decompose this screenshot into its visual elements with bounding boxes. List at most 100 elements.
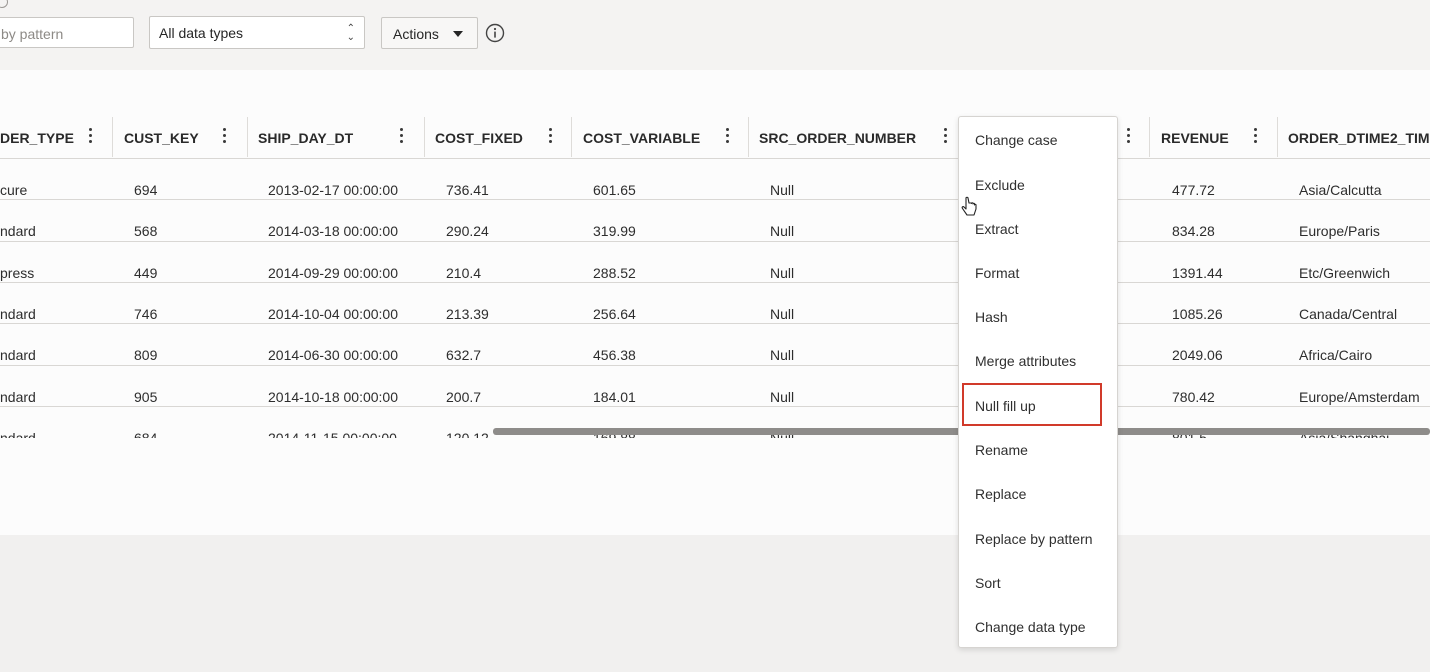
table-row[interactable]: cure 694 2013-02-17 00:00:00 736.41 601.65 Nu… — [0, 158, 1430, 199]
menu-item-change-data-type[interactable]: Change data type — [975, 619, 1086, 635]
toolbar: by pattern All data types ⌃ ⌄ Actions — [0, 0, 1430, 70]
cell-cost-variable: 256.64 — [593, 305, 636, 322]
cell-order-dtime2: Europe/Amsterdam — [1299, 388, 1420, 405]
cell-ship-day-dt: 2014-11-15 00:00:00 — [268, 429, 397, 438]
lower-panel — [0, 535, 1430, 672]
select-arrows-icon: ⌃ ⌄ — [346, 23, 355, 43]
cell-cust-key: 568 — [134, 223, 158, 240]
data-table: cure 694 2013-02-17 00:00:00 736.41 601.65 Nu… — [0, 158, 1430, 438]
cell-order-type: ndard — [0, 347, 36, 364]
cell-order-type: ndard — [0, 429, 36, 438]
cell-cust-key: 449 — [134, 264, 158, 281]
cell-cost-fixed: 290.24 — [446, 223, 489, 240]
table-row[interactable]: ndard 746 2014-10-04 00:00:00 213.39 256.64 N… — [0, 281, 1430, 323]
cell-cost-variable: 601.65 — [593, 182, 636, 198]
column-label: CUST_KEY — [124, 130, 199, 146]
column-menu-icon[interactable] — [222, 128, 226, 148]
cell-order-type: ndard — [0, 223, 36, 240]
table-row[interactable]: ndard 905 2014-10-18 00:00:00 200.7 184.01 Nu… — [0, 364, 1430, 406]
cell-src-order-number: Null — [770, 223, 795, 240]
cell-revenue: 1085.26 — [1172, 305, 1223, 322]
cell-revenue: 834.28 — [1172, 223, 1215, 240]
column-label: COST_VARIABLE — [583, 130, 701, 146]
column-header-ship-day-dt[interactable]: SHIP_DAY_DT — [248, 117, 424, 158]
menu-item-exclude[interactable]: Exclude — [975, 177, 1025, 193]
cell-cust-key: 746 — [134, 305, 158, 322]
column-menu-icon[interactable] — [1253, 128, 1257, 148]
row-divider — [0, 405, 1430, 407]
column-label: REVENUE — [1161, 130, 1229, 146]
cell-cost-fixed: 200.7 — [446, 388, 482, 405]
cell-order-dtime2: Europe/Paris — [1299, 223, 1380, 240]
cell-cost-fixed: 632.7 — [446, 347, 482, 364]
column-menu-icon[interactable] — [548, 128, 552, 148]
actions-button[interactable]: Actions — [381, 17, 478, 49]
table-row[interactable]: press 449 2014-09-29 00:00:00 210.4 288.52 Nu… — [0, 240, 1430, 282]
cell-cust-key: 694 — [134, 182, 158, 198]
cell-order-type: ndard — [0, 388, 36, 405]
column-label: COST_FIXED — [435, 130, 523, 146]
column-menu-icon[interactable] — [88, 128, 92, 148]
column-context-menu: Change case Exclude Extract Format Hash Merge… — [958, 116, 1118, 648]
info-icon[interactable] — [485, 23, 505, 43]
column-menu-icon[interactable] — [943, 128, 947, 148]
cell-src-order-number: Null — [770, 264, 795, 281]
cell-src-order-number: Null — [770, 182, 795, 198]
column-header-hidden[interactable] — [1118, 117, 1148, 158]
column-header-src-order-number[interactable]: SRC_ORDER_NUMBER — [749, 117, 957, 158]
menu-item-replace-by-pattern[interactable]: Replace by pattern — [975, 531, 1093, 547]
cell-order-dtime2: Canada/Central — [1299, 305, 1398, 322]
menu-item-null-fill-up[interactable]: Null fill up — [975, 398, 1036, 414]
menu-item-sort[interactable]: Sort — [975, 575, 1001, 591]
actions-label: Actions — [393, 26, 439, 42]
column-label: DER_TYPE — [0, 130, 74, 146]
column-label: SHIP_DAY_DT — [258, 130, 354, 146]
cell-cost-variable: 319.99 — [593, 223, 636, 240]
cell-cust-key: 809 — [134, 347, 158, 364]
cell-cost-variable: 184.01 — [593, 388, 636, 405]
row-divider — [0, 240, 1430, 242]
cell-revenue: 477.72 — [1172, 182, 1215, 198]
table-row[interactable]: ndard 809 2014-06-30 00:00:00 632.7 456.38 Nu… — [0, 323, 1430, 364]
cell-ship-day-dt: 2014-10-18 00:00:00 — [268, 388, 398, 405]
column-header-cust-key[interactable]: CUST_KEY — [113, 117, 247, 158]
cell-cost-variable: 288.52 — [593, 264, 636, 281]
cell-cost-variable: 456.38 — [593, 347, 636, 364]
column-header-revenue[interactable]: REVENUE — [1150, 117, 1277, 158]
column-label: SRC_ORDER_NUMBER — [759, 130, 917, 146]
data-type-select[interactable]: All data types ⌃ ⌄ — [149, 16, 365, 49]
cell-src-order-number: Null — [770, 305, 795, 322]
row-divider — [0, 199, 1430, 201]
cell-ship-day-dt: 2014-03-18 00:00:00 — [268, 223, 398, 240]
cell-cust-key: 684 — [134, 429, 158, 438]
filter-by-pattern-input[interactable]: by pattern — [0, 17, 134, 48]
column-header-order-dtime2[interactable]: ORDER_DTIME2_TIM — [1278, 117, 1430, 158]
menu-item-replace[interactable]: Replace — [975, 486, 1026, 502]
menu-item-hash[interactable]: Hash — [975, 309, 1008, 325]
cell-cost-fixed: 213.39 — [446, 305, 489, 322]
menu-item-extract[interactable]: Extract — [975, 221, 1019, 237]
column-menu-icon[interactable] — [399, 128, 403, 148]
cell-order-dtime2: Asia/Calcutta — [1299, 182, 1382, 198]
column-menu-icon[interactable] — [725, 128, 729, 148]
cell-cust-key: 905 — [134, 388, 158, 405]
column-header-cost-variable[interactable]: COST_VARIABLE — [572, 117, 748, 158]
column-header-order-type[interactable]: DER_TYPE — [0, 117, 112, 158]
row-divider — [0, 158, 1430, 159]
cell-cost-fixed: 120.12 — [446, 429, 489, 438]
column-menu-icon[interactable] — [1126, 128, 1130, 148]
row-divider — [0, 323, 1430, 325]
menu-item-merge-attributes[interactable]: Merge attributes — [975, 353, 1076, 369]
menu-item-change-case[interactable]: Change case — [975, 132, 1058, 148]
menu-item-format[interactable]: Format — [975, 265, 1019, 281]
filter-placeholder: by pattern — [1, 26, 64, 42]
cell-src-order-number: Null — [770, 347, 795, 364]
cell-cost-fixed: 210.4 — [446, 264, 482, 281]
cell-ship-day-dt: 2014-10-04 00:00:00 — [268, 305, 398, 322]
column-label: ORDER_DTIME2_TIM — [1288, 130, 1430, 146]
caret-down-icon — [453, 31, 463, 37]
data-type-value: All data types — [159, 25, 244, 41]
column-header-cost-fixed[interactable]: COST_FIXED — [425, 117, 571, 158]
menu-item-rename[interactable]: Rename — [975, 442, 1028, 458]
table-row[interactable]: ndard 568 2014-03-18 00:00:00 290.24 319.99 N… — [0, 199, 1430, 240]
